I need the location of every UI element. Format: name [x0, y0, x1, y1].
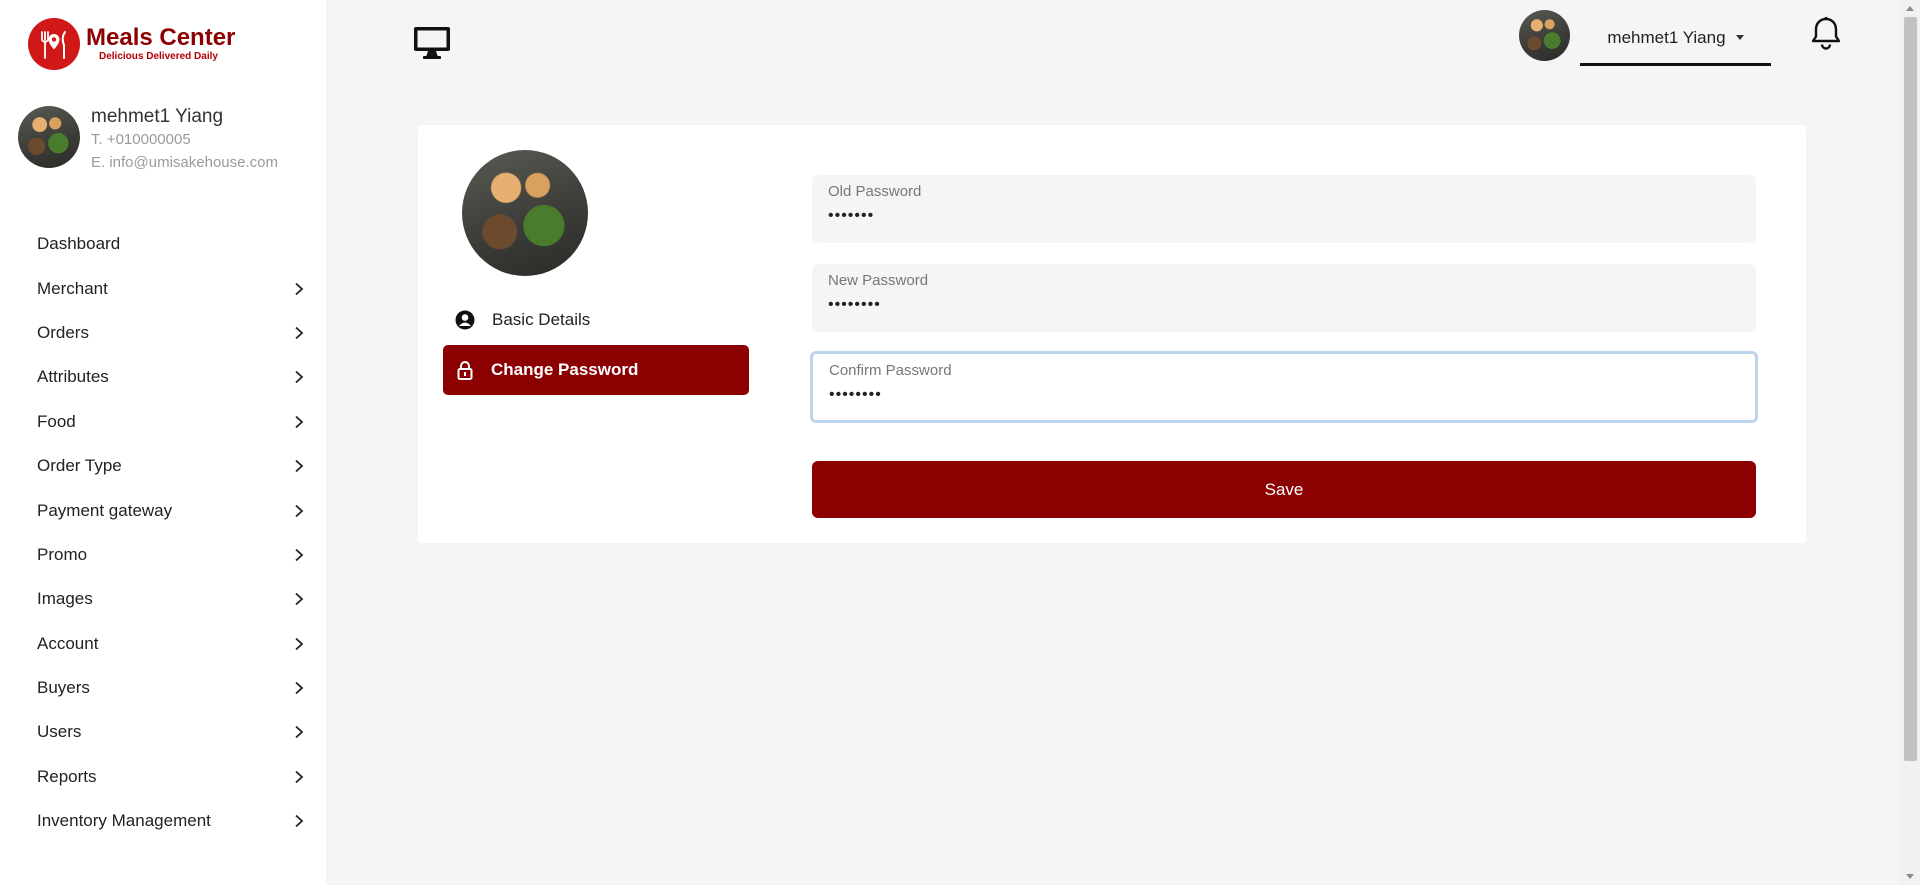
sidebar-item-label: Reports [37, 766, 97, 786]
scroll-up-arrow-icon[interactable] [1906, 6, 1914, 11]
chevron-right-icon [295, 637, 304, 650]
sidebar-nav: Dashboard Merchant Orders Attributes Foo… [0, 222, 326, 843]
profile-settings-card: Basic Details Change Password Old Passwo… [418, 125, 1806, 543]
caret-down-icon [1735, 35, 1744, 40]
field-label: New Password [828, 272, 929, 289]
tab-basic-details[interactable]: Basic Details [443, 295, 749, 345]
confirm-password-input[interactable] [829, 386, 1739, 404]
sidebar-item-dashboard[interactable]: Dashboard [0, 222, 326, 266]
chevron-right-icon [295, 770, 304, 784]
sidebar-item-images[interactable]: Images [0, 577, 326, 621]
chevron-right-icon [295, 459, 304, 473]
sidebar-item-label: Buyers [37, 678, 90, 698]
chevron-right-icon [295, 371, 304, 384]
chevron-right-icon [295, 681, 304, 695]
save-button[interactable]: Save [812, 461, 1756, 518]
sidebar-item-users[interactable]: Users [0, 710, 326, 754]
user-circle-icon [455, 310, 475, 330]
avatar [18, 106, 80, 168]
sidebar-item-promo[interactable]: Promo [0, 533, 326, 577]
sidebar-item-label: Images [37, 589, 93, 609]
chevron-right-icon [295, 326, 304, 340]
sidebar-item-label: Attributes [37, 367, 109, 387]
scroll-down-arrow-icon[interactable] [1906, 874, 1914, 879]
profile-phone: T. +010000005 [91, 131, 191, 148]
sidebar-item-attributes[interactable]: Attributes [0, 355, 326, 399]
sidebar-item-label: Promo [37, 544, 88, 564]
chevron-right-icon [295, 815, 304, 828]
field-label: Old Password [828, 183, 922, 200]
sidebar-item-label: Order Type [37, 456, 122, 476]
sidebar-item-account[interactable]: Account [0, 622, 326, 666]
chevron-right-icon [295, 548, 304, 562]
profile-name: mehmet1 Yiang [91, 106, 224, 127]
brand-name: Meals Center [86, 24, 236, 51]
chevron-right-icon [295, 593, 304, 606]
sidebar-item-inventory-management[interactable]: Inventory Management [0, 799, 326, 843]
confirm-password-field[interactable]: Confirm Password [810, 351, 1758, 423]
brand-tagline: Delicious Delivered Daily [99, 51, 218, 62]
sidebar-item-label: Food [37, 411, 76, 431]
page-scrollbar[interactable] [1901, 0, 1920, 885]
sidebar-item-label: Inventory Management [37, 811, 211, 831]
sidebar-item-merchant[interactable]: Merchant [0, 266, 326, 310]
chevron-right-icon [295, 415, 304, 428]
sidebar-item-reports[interactable]: Reports [0, 755, 326, 799]
new-password-field[interactable]: New Password [812, 264, 1756, 332]
old-password-input[interactable] [828, 207, 1740, 225]
sidebar-item-payment-gateway[interactable]: Payment gateway [0, 488, 326, 532]
user-menu-dropdown[interactable]: mehmet1 Yiang [1580, 12, 1771, 66]
sidebar-item-label: Payment gateway [37, 500, 173, 520]
sidebar-item-label: Dashboard [37, 234, 121, 254]
logo-icon [28, 18, 80, 70]
avatar [462, 150, 588, 276]
lock-icon [457, 361, 473, 380]
new-password-input[interactable] [828, 296, 1740, 314]
sidebar-item-order-type[interactable]: Order Type [0, 444, 326, 488]
sidebar-item-buyers[interactable]: Buyers [0, 666, 326, 710]
scrollbar-thumb[interactable] [1904, 17, 1917, 761]
old-password-field[interactable]: Old Password [812, 175, 1756, 243]
sidebar-item-label: Merchant [37, 278, 108, 298]
chevron-right-icon [295, 504, 304, 517]
monitor-icon[interactable] [413, 26, 451, 60]
sidebar-profile: mehmet1 Yiang T. +010000005 E. info@umis… [18, 106, 278, 174]
tab-label: Change Password [491, 360, 639, 379]
chevron-right-icon [295, 726, 304, 739]
sidebar-item-label: Account [37, 633, 99, 653]
chevron-right-icon [295, 282, 304, 295]
brand-logo[interactable]: Meals Center Delicious Delivered Daily [28, 18, 235, 70]
profile-email: E. info@umisakehouse.com [91, 154, 278, 171]
sidebar-item-label: Orders [37, 322, 89, 342]
sidebar: Meals Center Delicious Delivered Daily m… [0, 0, 326, 885]
sidebar-item-food[interactable]: Food [0, 400, 326, 444]
header-avatar-wrap [1519, 10, 1570, 61]
user-menu-name: mehmet1 Yiang [1607, 27, 1726, 47]
avatar[interactable] [1519, 10, 1570, 61]
sidebar-item-label: Users [37, 722, 82, 742]
tab-change-password[interactable]: Change Password [443, 345, 749, 395]
tab-label: Basic Details [492, 310, 591, 329]
sidebar-item-orders[interactable]: Orders [0, 311, 326, 355]
field-label: Confirm Password [829, 362, 952, 379]
bell-icon[interactable] [1810, 16, 1842, 52]
